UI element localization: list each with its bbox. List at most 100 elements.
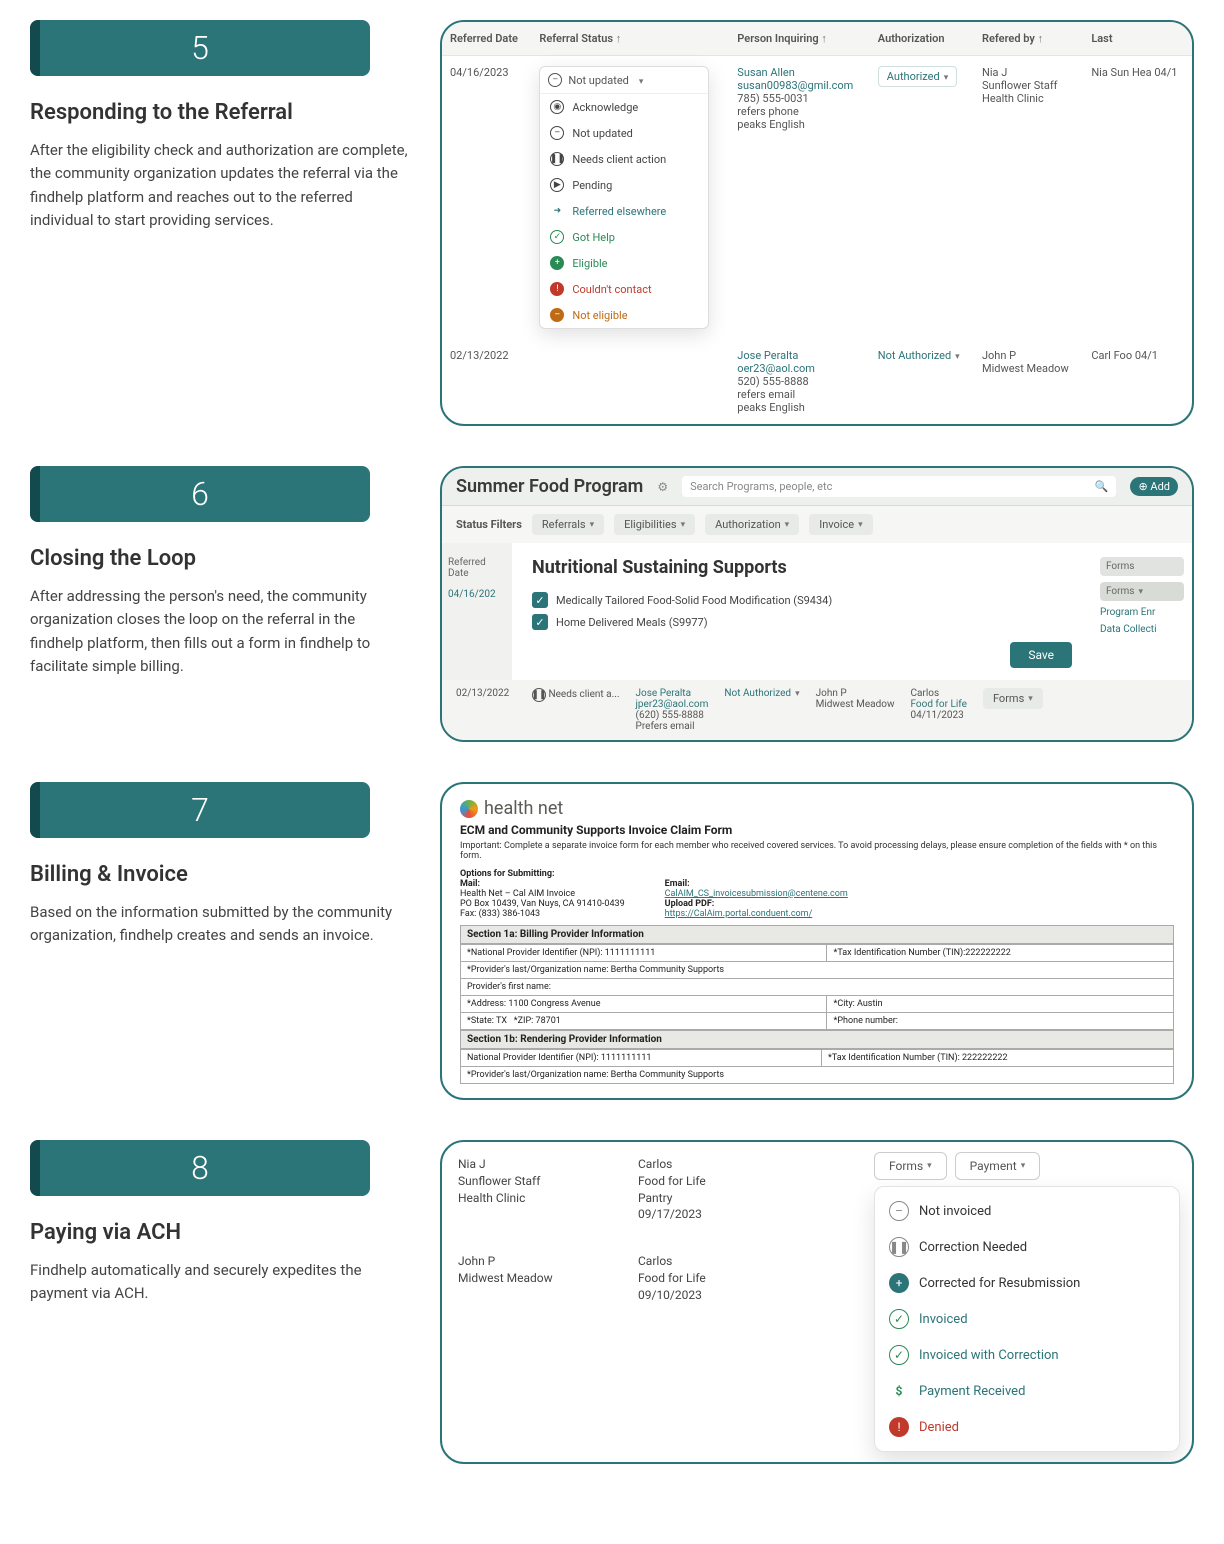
- support-option-2[interactable]: ✓ Home Delivered Meals (S9977): [532, 614, 1072, 630]
- opt-corrected[interactable]: +Corrected for Resubmission: [875, 1265, 1179, 1301]
- filter-authorization[interactable]: Authorization: [705, 514, 799, 535]
- payment-status-menu[interactable]: –Not invoiced ❚❚Correction Needed +Corre…: [874, 1186, 1180, 1452]
- person-email[interactable]: oer23@aol.com: [737, 362, 861, 375]
- col-person[interactable]: Person Inquiring: [729, 22, 869, 56]
- support-option-1[interactable]: ✓ Medically Tailored Food-Solid Food Mod…: [532, 592, 1072, 608]
- cell-auth: Authorized: [870, 56, 974, 340]
- healthnet-icon: [460, 800, 478, 818]
- step-5-left: 5 Responding to the Referral After the e…: [30, 20, 410, 232]
- cell-date: 02/13/2022: [442, 339, 531, 424]
- step-6-left: 6 Closing the Loop After addressing the …: [30, 466, 410, 678]
- opt-payment-received[interactable]: $Payment Received: [875, 1373, 1179, 1409]
- step-6-title: Closing the Loop: [30, 546, 410, 571]
- email-link[interactable]: CalAIM_CS_invoicesubmission@centene.com: [665, 889, 848, 899]
- recipient-col: Carlos Food for Life Pantry 09/17/2023: [638, 1156, 788, 1223]
- table-row: 02/13/2022 Jose Peralta oer23@aol.com 52…: [442, 339, 1192, 424]
- right-link-1[interactable]: Program Enr: [1100, 607, 1184, 618]
- checkbox-checked-icon[interactable]: ✓: [532, 614, 548, 630]
- step-8-number: 8: [191, 1149, 209, 1187]
- status-opt-not-updated[interactable]: –Not updated: [540, 120, 708, 146]
- person-email[interactable]: susan00983@gmil.com: [737, 79, 861, 92]
- row2-status[interactable]: ❚❚ Needs client a...: [532, 688, 620, 702]
- step-8-badge: 8: [30, 1140, 370, 1196]
- person-lang: peaks English: [737, 401, 861, 414]
- program-header: Summer Food Program ⚙ Search Programs, p…: [442, 468, 1192, 506]
- person-lang: peaks English: [737, 118, 861, 131]
- authorization-select[interactable]: Authorized: [878, 66, 957, 87]
- program-body: Referred Date 04/16/202 Nutritional Sust…: [442, 543, 1192, 680]
- program-row-2: 02/13/2022 ❚❚ Needs client a... Jose Per…: [442, 680, 1192, 740]
- gear-icon[interactable]: ⚙: [657, 480, 668, 494]
- step-8-left: 8 Paying via ACH Findhelp automatically …: [30, 1140, 410, 1306]
- program-title: Summer Food Program: [456, 476, 643, 497]
- panel-payment: Nia J Sunflower Staff Health Clinic Carl…: [440, 1140, 1194, 1464]
- status-dropdown-open[interactable]: – Not updated ◉Acknowledge –Not updated …: [539, 66, 709, 329]
- panel-program: Summer Food Program ⚙ Search Programs, p…: [440, 466, 1194, 742]
- filter-invoice[interactable]: Invoice: [809, 514, 872, 535]
- col-last[interactable]: Last: [1083, 22, 1192, 56]
- save-button[interactable]: Save: [1010, 642, 1072, 668]
- status-opt-needs-action[interactable]: ❚❚Needs client action: [540, 146, 708, 172]
- step-7-title: Billing & Invoice: [30, 862, 410, 887]
- program-right: Forms Forms Program Enr Data Collecti: [1092, 543, 1192, 680]
- supports-title: Nutritional Sustaining Supports: [532, 557, 1072, 578]
- status-selected-label: Not updated: [568, 74, 629, 87]
- submit-options: Options for Submitting: Mail: Health Net…: [460, 869, 1174, 919]
- opts-head: Options for Submitting:: [460, 869, 555, 879]
- person-pref: refers email: [737, 388, 861, 401]
- status-opt-got-help[interactable]: ✓Got Help: [540, 224, 708, 250]
- row2-email[interactable]: jper23@aol.com: [636, 699, 709, 710]
- cell-status: – Not updated ◉Acknowledge –Not updated …: [531, 56, 729, 340]
- filter-eligibilities[interactable]: Eligibilities: [614, 514, 695, 535]
- cell-referred-by: John P Midwest Meadow: [974, 339, 1083, 424]
- step-5: 5 Responding to the Referral After the e…: [30, 20, 1194, 426]
- row2-name[interactable]: Jose Peralta: [636, 688, 709, 699]
- dollar-icon: $: [889, 1381, 909, 1401]
- status-opt-referred-elsewhere[interactable]: ➜Referred elsewhere: [540, 198, 708, 224]
- forms-header: Forms: [1100, 557, 1184, 576]
- opt-invoiced[interactable]: ✓Invoiced: [875, 1301, 1179, 1337]
- forms-dropdown[interactable]: Forms: [874, 1152, 947, 1180]
- dash-icon: –: [550, 126, 564, 140]
- opt-correction-needed[interactable]: ❚❚Correction Needed: [875, 1229, 1179, 1265]
- person-name[interactable]: Susan Allen: [737, 66, 861, 79]
- opt-denied[interactable]: !Denied: [875, 1409, 1179, 1445]
- status-opt-eligible[interactable]: +Eligible: [540, 250, 708, 276]
- search-placeholder: Search Programs, people, etc: [690, 480, 832, 493]
- upload-link[interactable]: https://CalAim.portal.conduent.com/: [665, 909, 813, 919]
- row2-date: 02/13/2022: [456, 688, 516, 699]
- status-opt-couldnt-contact[interactable]: !Couldn't contact: [540, 276, 708, 302]
- opt-invoiced-correction[interactable]: ✓Invoiced with Correction: [875, 1337, 1179, 1373]
- col-referred-date[interactable]: Referred Date: [442, 22, 531, 56]
- side-head: Referred Date: [448, 557, 506, 579]
- status-opt-acknowledge[interactable]: ◉Acknowledge: [540, 94, 708, 120]
- add-button[interactable]: ⊕ Add: [1130, 477, 1178, 496]
- row2-by: John P Midwest Meadow: [816, 688, 895, 710]
- row2-forms-button[interactable]: Forms: [983, 688, 1043, 709]
- person-phone: 785) 555-0031: [737, 92, 861, 105]
- status-opt-pending[interactable]: ▶Pending: [540, 172, 708, 198]
- step-6-body: After addressing the person's need, the …: [30, 585, 410, 678]
- col-referral-status[interactable]: Referral Status: [531, 22, 729, 56]
- step-7-body: Based on the information submitted by th…: [30, 901, 410, 948]
- panel-invoice-form: health net ECM and Community Supports In…: [440, 782, 1194, 1100]
- step-7: 7 Billing & Invoice Based on the informa…: [30, 782, 1194, 1100]
- right-link-2[interactable]: Data Collecti: [1100, 624, 1184, 635]
- forms-dropdown[interactable]: Forms: [1100, 582, 1184, 601]
- filter-referrals[interactable]: Referrals: [532, 514, 604, 535]
- search-input[interactable]: Search Programs, people, etc 🔍: [682, 476, 1116, 497]
- section-1b-header: Section 1b: Rendering Provider Informati…: [460, 1030, 1174, 1049]
- opt-not-invoiced[interactable]: –Not invoiced: [875, 1193, 1179, 1229]
- search-icon: 🔍: [1095, 480, 1109, 493]
- step-8-title: Paying via ACH: [30, 1220, 410, 1245]
- col-referred-by[interactable]: Refered by: [974, 22, 1083, 56]
- status-dropdown-selected[interactable]: – Not updated: [540, 67, 708, 94]
- support-label: Home Delivered Meals (S9977): [556, 616, 708, 629]
- checkbox-checked-icon[interactable]: ✓: [532, 592, 548, 608]
- payment-dropdown[interactable]: Payment: [955, 1152, 1041, 1180]
- row2-auth[interactable]: Not Authorized: [724, 688, 799, 699]
- person-name[interactable]: Jose Peralta: [737, 349, 861, 362]
- status-opt-not-eligible[interactable]: –Not eligible: [540, 302, 708, 328]
- col-authorization[interactable]: Authorization: [870, 22, 974, 56]
- authorization-select[interactable]: Not Authorized: [878, 349, 960, 362]
